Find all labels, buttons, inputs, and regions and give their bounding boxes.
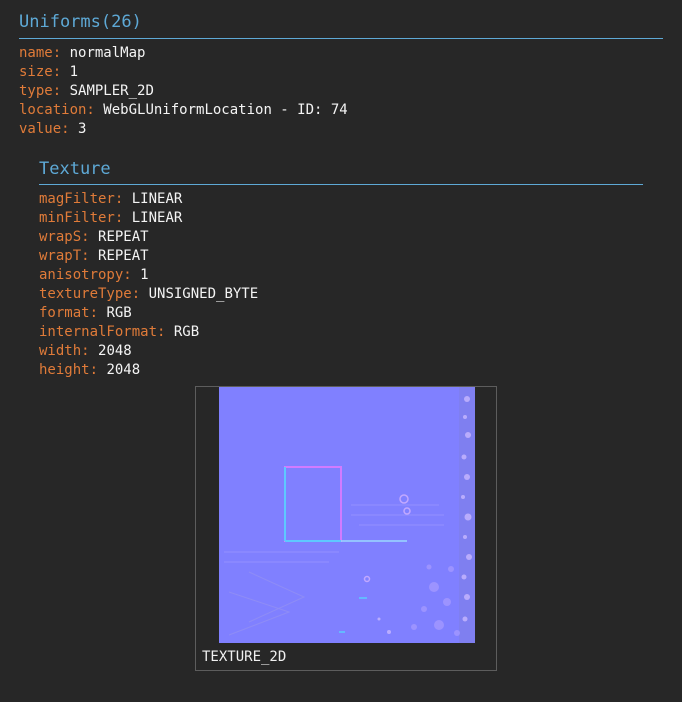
prop-value: LINEAR bbox=[131, 191, 183, 207]
uniforms-divider bbox=[19, 38, 663, 39]
prop-key: anisotropy: bbox=[39, 267, 132, 283]
prop-value: UNSIGNED_BYTE bbox=[148, 286, 259, 302]
texture-preview: TEXTURE_2D bbox=[195, 386, 497, 671]
texture-prop-magfilter: magFilter: LINEAR bbox=[39, 190, 643, 209]
texture-prop-anisotropy: anisotropy: 1 bbox=[39, 266, 643, 285]
prop-key: name: bbox=[19, 45, 62, 61]
uniform-prop-location: location: WebGLUniformLocation - ID: 74 bbox=[19, 101, 663, 120]
prop-value: RGB bbox=[173, 324, 200, 340]
prop-value: 1 bbox=[69, 64, 79, 80]
normal-map-image bbox=[219, 387, 475, 643]
prop-key: wrapT: bbox=[39, 248, 90, 264]
prop-value: WebGLUniformLocation - ID: 74 bbox=[103, 102, 348, 118]
uniform-prop-size: size: 1 bbox=[19, 63, 663, 82]
prop-key: minFilter: bbox=[39, 210, 124, 226]
prop-value: RGB bbox=[106, 305, 132, 321]
prop-value: 1 bbox=[140, 267, 149, 283]
texture-title: Texture bbox=[39, 159, 111, 179]
prop-key: width: bbox=[39, 343, 90, 359]
prop-key: magFilter: bbox=[39, 191, 124, 207]
prop-key: size: bbox=[19, 64, 62, 80]
uniform-prop-type: type: SAMPLER_2D bbox=[19, 82, 663, 101]
texture-prop-internalformat: internalFormat: RGB bbox=[39, 323, 643, 342]
uniforms-title: Uniforms(26) bbox=[19, 12, 142, 32]
texture-prop-minfilter: minFilter: LINEAR bbox=[39, 209, 643, 228]
uniforms-section: Uniforms(26) name: normalMap size: 1 typ… bbox=[19, 12, 663, 139]
prop-key: wrapS: bbox=[39, 229, 90, 245]
prop-value: LINEAR bbox=[131, 210, 183, 226]
texture-prop-height: height: 2048 bbox=[39, 361, 643, 380]
prop-value: REPEAT bbox=[98, 229, 149, 245]
prop-key: type: bbox=[19, 83, 62, 99]
texture-section: Texture magFilter: LINEAR minFilter: LIN… bbox=[39, 159, 643, 380]
uniform-prop-name: name: normalMap bbox=[19, 44, 663, 63]
texture-props: magFilter: LINEAR minFilter: LINEAR wrap… bbox=[39, 190, 643, 380]
prop-key: textureType: bbox=[39, 286, 141, 302]
prop-key: format: bbox=[39, 305, 99, 321]
texture-target-label: TEXTURE_2D bbox=[202, 649, 287, 665]
uniform-prop-value: value: 3 bbox=[19, 120, 663, 139]
texture-prop-wraps: wrapS: REPEAT bbox=[39, 228, 643, 247]
prop-value: 2048 bbox=[106, 362, 141, 378]
texture-prop-wrapt: wrapT: REPEAT bbox=[39, 247, 643, 266]
prop-value: 2048 bbox=[98, 343, 132, 359]
prop-value: normalMap bbox=[69, 45, 146, 61]
uniform-props: name: normalMap size: 1 type: SAMPLER_2D… bbox=[19, 44, 663, 139]
prop-key: height: bbox=[39, 362, 99, 378]
texture-prop-width: width: 2048 bbox=[39, 342, 643, 361]
prop-key: value: bbox=[19, 121, 70, 137]
texture-divider bbox=[39, 184, 643, 185]
prop-key: internalFormat: bbox=[39, 324, 166, 340]
prop-key: location: bbox=[19, 102, 95, 118]
prop-value: REPEAT bbox=[98, 248, 149, 264]
prop-value: 3 bbox=[78, 121, 87, 137]
texture-prop-format: format: RGB bbox=[39, 304, 643, 323]
prop-value: SAMPLER_2D bbox=[69, 83, 154, 99]
texture-prop-texturetype: textureType: UNSIGNED_BYTE bbox=[39, 285, 643, 304]
